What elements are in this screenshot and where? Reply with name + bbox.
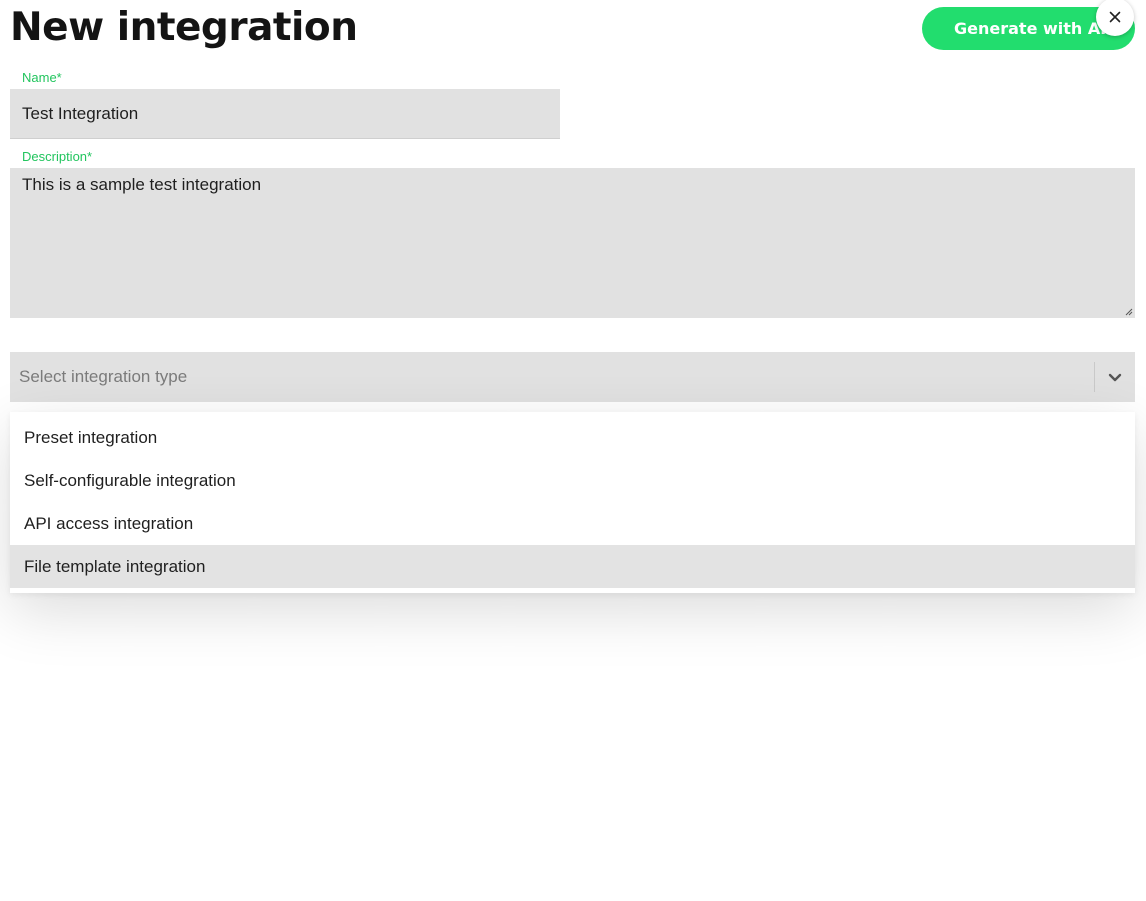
page-title: New integration <box>10 5 358 50</box>
option-api-access-integration[interactable]: API access integration <box>10 502 1135 545</box>
chevron-down-icon[interactable] <box>1105 367 1125 387</box>
option-self-configurable-integration[interactable]: Self-configurable integration <box>10 459 1135 502</box>
close-icon <box>1109 11 1121 23</box>
integration-type-select[interactable]: Select integration type <box>10 352 1135 402</box>
description-textarea[interactable]: This is a sample test integration <box>10 168 1135 318</box>
new-integration-page: New integration Generate with AI Name* T… <box>0 0 1146 901</box>
resize-handle-icon[interactable] <box>1123 306 1133 316</box>
integration-type-dropdown: Preset integration Self-configurable int… <box>10 412 1135 593</box>
select-divider <box>1094 362 1095 392</box>
integration-type-placeholder: Select integration type <box>19 367 188 386</box>
description-text: This is a sample test integration <box>22 175 262 194</box>
name-input[interactable]: Test Integration <box>10 89 560 139</box>
description-label: Description* <box>22 149 93 164</box>
option-preset-integration[interactable]: Preset integration <box>10 416 1135 459</box>
option-file-template-integration[interactable]: File template integration <box>10 545 1135 588</box>
name-label: Name* <box>22 70 62 85</box>
